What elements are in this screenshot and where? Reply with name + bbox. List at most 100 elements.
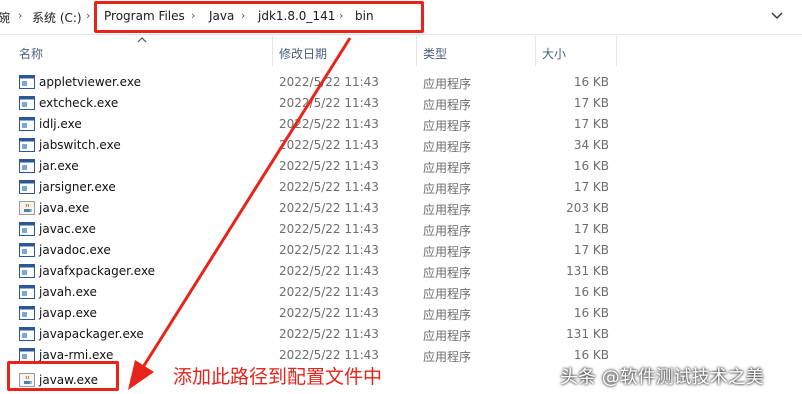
- file-type: 应用程序: [423, 182, 472, 196]
- exe-window-icon: [19, 138, 35, 152]
- file-row[interactable]: javadoc.exe 2022/5/22 11:43 应用程序 17 KB: [0, 240, 802, 261]
- column-divider[interactable]: [616, 36, 617, 66]
- exe-window-icon: [19, 264, 35, 278]
- chevron-down-icon[interactable]: [768, 6, 786, 24]
- exe-window-icon: [19, 348, 35, 362]
- file-date: 2022/5/22 11:43: [279, 96, 379, 110]
- file-date: 2022/5/22 11:43: [279, 348, 379, 362]
- file-type: 应用程序: [423, 77, 472, 91]
- file-date: 2022/5/22 11:43: [279, 75, 379, 89]
- file-size: 203 KB: [566, 201, 609, 215]
- file-type: 应用程序: [423, 98, 472, 112]
- file-size: 17 KB: [573, 243, 609, 257]
- file-date: 2022/5/22 11:43: [279, 180, 379, 194]
- file-row[interactable]: javap.exe 2022/5/22 11:43 应用程序 16 KB: [0, 303, 802, 324]
- column-type[interactable]: 类型: [423, 45, 447, 62]
- exe-window-icon: [19, 117, 35, 131]
- file-name: java.exe: [39, 201, 90, 215]
- file-row[interactable]: jabswitch.exe 2022/5/22 11:43 应用程序 34 KB: [0, 135, 802, 156]
- file-date: 2022/5/22 11:43: [279, 285, 379, 299]
- file-row[interactable]: appletviewer.exe 2022/5/22 11:43 应用程序 16 KB: [0, 72, 802, 93]
- file-date: 2022/5/22 11:43: [279, 243, 379, 257]
- file-row[interactable]: extcheck.exe 2022/5/22 11:43 应用程序 17 KB: [0, 93, 802, 114]
- file-name: javah.exe: [39, 285, 97, 299]
- javaw-highlight-box: [7, 361, 119, 391]
- file-date: 2022/5/22 11:43: [279, 306, 379, 320]
- file-size: 17 KB: [573, 180, 609, 194]
- file-size: 16 KB: [573, 306, 609, 320]
- file-size: 34 KB: [573, 138, 609, 152]
- exe-window-icon: [19, 285, 35, 299]
- file-name: idlj.exe: [39, 117, 82, 131]
- file-type: 应用程序: [423, 203, 472, 217]
- exe-window-icon: [19, 96, 35, 110]
- file-name: jarsigner.exe: [39, 180, 116, 194]
- file-size: 17 KB: [573, 96, 609, 110]
- java-cup-icon: [19, 201, 35, 215]
- column-name[interactable]: 名称: [19, 45, 43, 62]
- exe-window-icon: [19, 327, 35, 341]
- file-row[interactable]: javafxpackager.exe 2022/5/22 11:43 应用程序 131…: [0, 261, 802, 282]
- file-size: 16 KB: [573, 159, 609, 173]
- file-row[interactable]: jarsigner.exe 2022/5/22 11:43 应用程序 17 KB: [0, 177, 802, 198]
- exe-window-icon: [19, 222, 35, 236]
- file-type: 应用程序: [423, 140, 472, 154]
- file-row[interactable]: jar.exe 2022/5/22 11:43 应用程序 16 KB: [0, 156, 802, 177]
- file-type: 应用程序: [423, 161, 472, 175]
- file-type: 应用程序: [423, 245, 472, 259]
- exe-window-icon: [19, 306, 35, 320]
- column-date[interactable]: 修改日期: [279, 45, 327, 62]
- file-type: 应用程序: [423, 119, 472, 133]
- file-name: javac.exe: [39, 222, 96, 236]
- file-name: appletviewer.exe: [39, 75, 141, 89]
- file-size: 16 KB: [573, 285, 609, 299]
- exe-window-icon: [19, 243, 35, 257]
- file-name: javafxpackager.exe: [39, 264, 156, 278]
- file-row[interactable]: javac.exe 2022/5/22 11:43 应用程序 17 KB: [0, 219, 802, 240]
- file-date: 2022/5/22 11:43: [279, 327, 379, 341]
- exe-window-icon: [19, 180, 35, 194]
- file-size: 17 KB: [573, 117, 609, 131]
- column-divider[interactable]: [535, 36, 536, 66]
- column-divider[interactable]: [416, 36, 417, 66]
- sort-ascending-icon: [137, 37, 147, 43]
- file-type: 应用程序: [423, 350, 472, 364]
- watermark-text: 头条 @软件测试技术之美: [560, 367, 764, 388]
- file-name: javadoc.exe: [39, 243, 111, 257]
- column-header: 名称 修改日期 类型 大小: [0, 34, 802, 68]
- file-type: 应用程序: [423, 224, 472, 238]
- path-highlight-box: [94, 1, 424, 33]
- file-name: extcheck.exe: [39, 96, 119, 110]
- file-type: 应用程序: [423, 308, 472, 322]
- file-row[interactable]: javapackager.exe 2022/5/22 11:43 应用程序 131 K…: [0, 324, 802, 345]
- column-divider[interactable]: [272, 36, 273, 66]
- breadcrumb-drive-c[interactable]: 系统 (C:): [32, 9, 82, 26]
- file-row[interactable]: javah.exe 2022/5/22 11:43 应用程序 16 KB: [0, 282, 802, 303]
- file-name: javap.exe: [39, 306, 97, 320]
- file-type: 应用程序: [423, 329, 472, 343]
- file-date: 2022/5/22 11:43: [279, 201, 379, 215]
- file-name: jabswitch.exe: [39, 138, 121, 152]
- file-name: jar.exe: [39, 159, 79, 173]
- file-type: 应用程序: [423, 266, 472, 280]
- file-size: 16 KB: [573, 75, 609, 89]
- file-type: 应用程序: [423, 287, 472, 301]
- file-date: 2022/5/22 11:43: [279, 264, 379, 278]
- file-size: 131 KB: [566, 327, 609, 341]
- breadcrumb-separator[interactable]: ›: [86, 9, 90, 22]
- breadcrumb-this-pc[interactable]: 碗: [0, 9, 10, 26]
- file-row[interactable]: java.exe 2022/5/22 11:43 应用程序 203 KB: [0, 198, 802, 219]
- exe-window-icon: [19, 159, 35, 173]
- file-size: 16 KB: [573, 348, 609, 362]
- file-name: javapackager.exe: [39, 327, 144, 341]
- file-size: 131 KB: [566, 264, 609, 278]
- exe-window-icon: [19, 75, 35, 89]
- file-row[interactable]: idlj.exe 2022/5/22 11:43 应用程序 17 KB: [0, 114, 802, 135]
- file-date: 2022/5/22 11:43: [279, 117, 379, 131]
- file-name: java-rmi.exe: [39, 348, 114, 362]
- file-date: 2022/5/22 11:43: [279, 159, 379, 173]
- file-size: 17 KB: [573, 222, 609, 236]
- file-date: 2022/5/22 11:43: [279, 222, 379, 236]
- column-size[interactable]: 大小: [542, 45, 566, 62]
- breadcrumb-separator[interactable]: ›: [18, 9, 22, 22]
